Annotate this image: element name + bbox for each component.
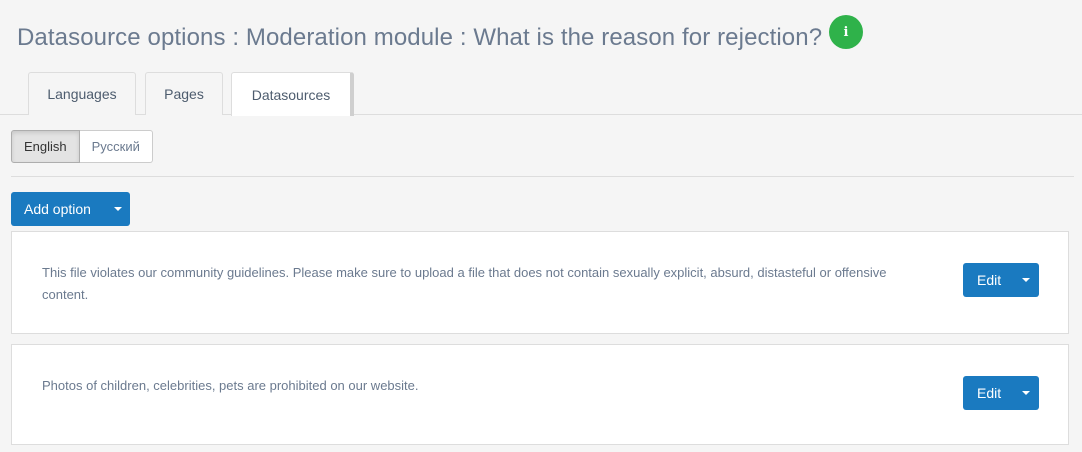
language-switcher: English Русский xyxy=(11,130,153,163)
edit-label[interactable]: Edit xyxy=(963,376,1013,410)
edit-dropdown-toggle[interactable] xyxy=(1013,376,1039,410)
caret-down-icon xyxy=(1022,391,1030,395)
info-icon[interactable]: i xyxy=(829,15,863,49)
edit-button[interactable]: Edit xyxy=(963,376,1039,410)
page-title: Datasource options : Moderation module :… xyxy=(17,24,823,51)
tab-pages[interactable]: Pages xyxy=(145,72,223,115)
option-text: Photos of children, celebrities, pets ar… xyxy=(42,378,419,393)
option-card: Photos of children, celebrities, pets ar… xyxy=(11,344,1069,445)
add-option-dropdown-toggle[interactable] xyxy=(106,192,130,226)
tab-languages[interactable]: Languages xyxy=(28,72,136,115)
edit-label[interactable]: Edit xyxy=(963,263,1013,297)
option-card: This file violates our community guideli… xyxy=(11,231,1069,334)
add-option-label[interactable]: Add option xyxy=(11,192,106,226)
language-button-english[interactable]: English xyxy=(11,130,80,163)
option-text: This file violates our community guideli… xyxy=(42,265,887,302)
caret-down-icon xyxy=(114,207,122,211)
caret-down-icon xyxy=(1022,278,1030,282)
edit-button[interactable]: Edit xyxy=(963,263,1039,297)
divider xyxy=(11,176,1074,177)
add-option-button[interactable]: Add option xyxy=(11,192,130,226)
tab-bar: Languages Pages Datasources xyxy=(0,72,1082,116)
edit-dropdown-toggle[interactable] xyxy=(1013,263,1039,297)
language-button-russian[interactable]: Русский xyxy=(79,130,153,163)
tab-datasources[interactable]: Datasources xyxy=(231,72,354,116)
page-header: Datasource options : Moderation module :… xyxy=(17,15,863,60)
